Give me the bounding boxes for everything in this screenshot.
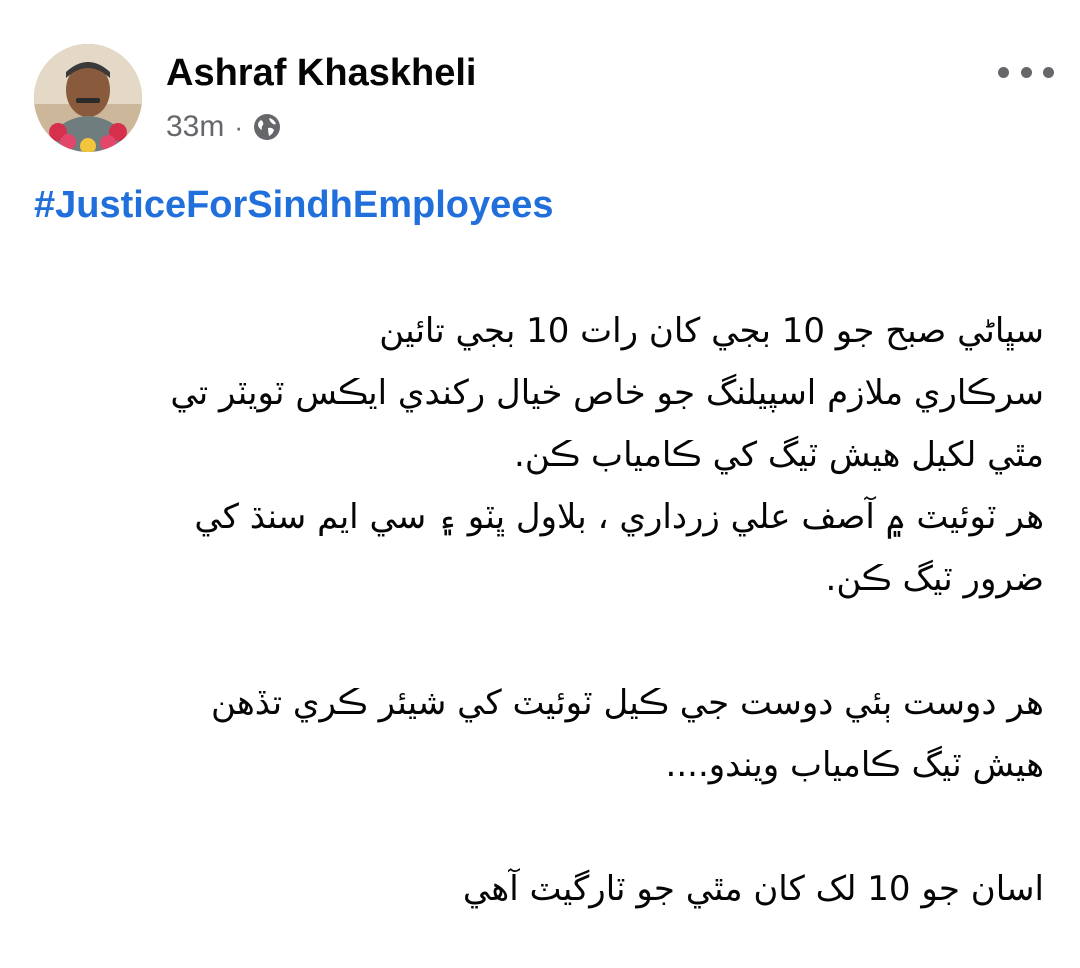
- post-meta: 33m ·: [166, 110, 281, 144]
- more-options-icon: [998, 66, 1009, 78]
- more-options-button[interactable]: [998, 60, 1054, 84]
- avatar-photo: [34, 44, 142, 152]
- post-text-line: سرڪاري ملازم اسپيلنگ جو خاص خيال رکندي ا…: [170, 373, 1044, 413]
- meta-separator: ·: [234, 111, 244, 142]
- post-timestamp[interactable]: 33m: [166, 110, 224, 144]
- hashtag-link[interactable]: #JusticeForSindhEmployees: [34, 184, 554, 227]
- post-text-line: اسان جو 10 لک کان مٿي جو ٽارگيٽ آهي: [462, 869, 1044, 909]
- post-text: سڀاڻي صبح جو 10 بجي کان رات 10 بجي تائين…: [34, 300, 1044, 920]
- globe-icon[interactable]: [253, 113, 281, 141]
- post-text-line: مٿي لکيل هيش ٽيگ کي ڪامياب ڪن.: [514, 435, 1044, 475]
- post-header: Ashraf Khaskheli 33m ·: [34, 44, 1054, 156]
- post-text-line: هر ٽوئيٽ ۾ آصف علي زرداري ، بلاول ڀٽو ۽ …: [194, 497, 1044, 537]
- post-text-line: هيش ٽيگ ڪامياب ويندو....: [665, 745, 1044, 785]
- post-text-line: هر دوست ٻئي دوست جي ڪيل ٽوئيٽ کي شيئر ڪر…: [210, 683, 1044, 723]
- post-text-line: سڀاڻي صبح جو 10 بجي کان رات 10 بجي تائين: [379, 311, 1044, 351]
- author-avatar[interactable]: [34, 44, 142, 152]
- post-text-line: ضرور ٽيگ ڪن.: [825, 559, 1044, 599]
- author-name[interactable]: Ashraf Khaskheli: [166, 52, 476, 95]
